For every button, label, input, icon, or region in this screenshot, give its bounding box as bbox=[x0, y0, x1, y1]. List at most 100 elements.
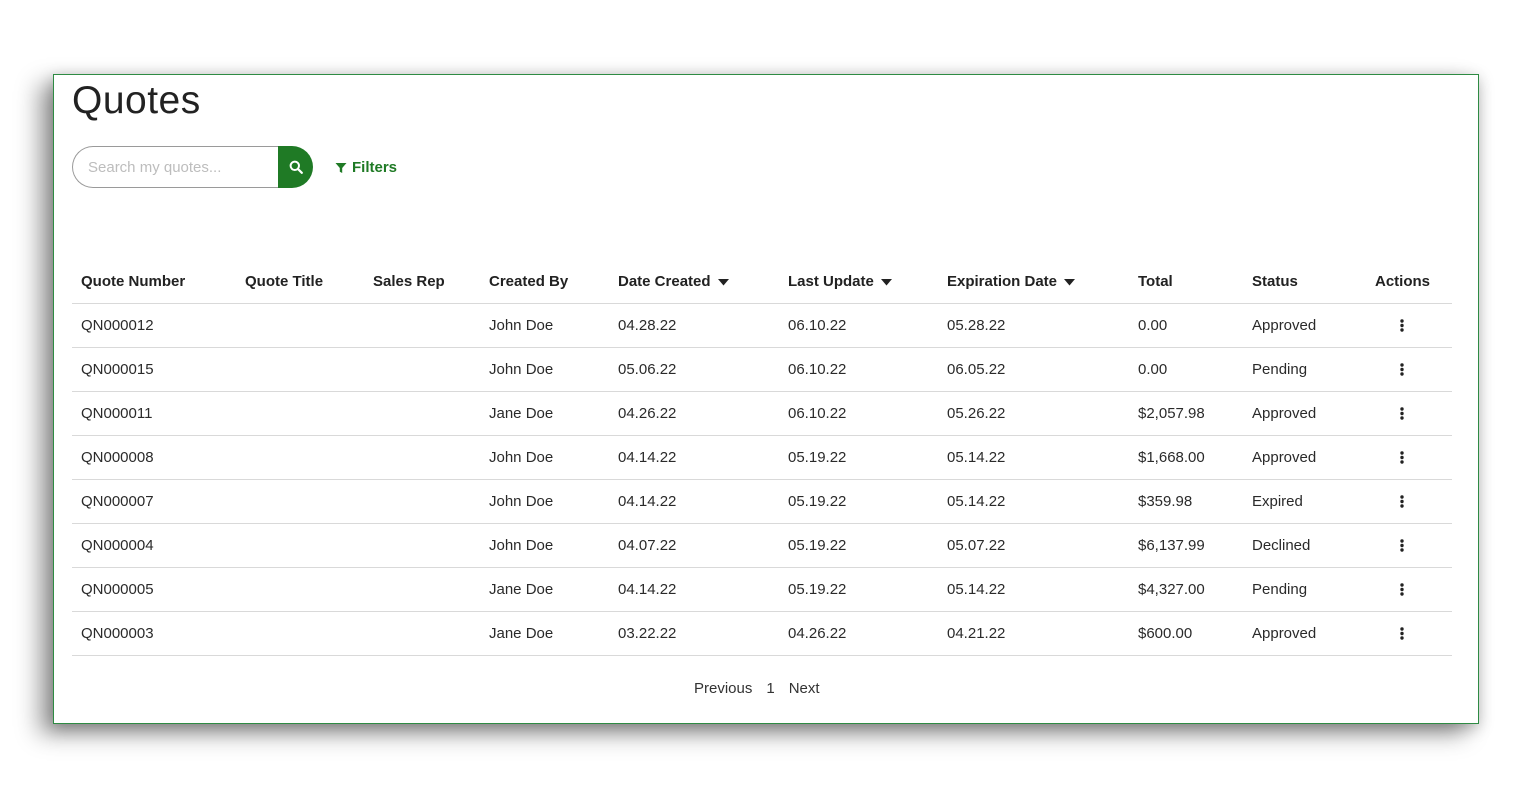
table-header-row: Quote Number Quote Title Sales Rep Creat… bbox=[72, 260, 1452, 304]
more-vertical-icon bbox=[1400, 539, 1404, 552]
search-button[interactable] bbox=[278, 146, 313, 188]
column-header-status: Status bbox=[1252, 273, 1298, 290]
status-cell: Expired bbox=[1252, 493, 1303, 510]
total-cell: 0.00 bbox=[1138, 317, 1168, 334]
expiration-date-cell: 06.05.22 bbox=[947, 361, 1006, 378]
quote-number-cell[interactable]: QN000004 bbox=[81, 524, 154, 567]
table-row: QN000004 John Doe 04.07.22 05.19.22 05.0… bbox=[72, 524, 1452, 568]
column-header-last-update[interactable]: Last Update bbox=[788, 260, 892, 303]
created-by-cell: John Doe bbox=[489, 493, 554, 510]
quote-number-cell[interactable]: QN000015 bbox=[81, 348, 154, 391]
created-by-cell: John Doe bbox=[489, 361, 554, 378]
total-cell: $600.00 bbox=[1138, 625, 1193, 642]
row-actions-button[interactable] bbox=[1394, 348, 1410, 391]
row-actions-button[interactable] bbox=[1394, 436, 1410, 479]
last-update-cell: 06.10.22 bbox=[788, 317, 847, 334]
column-header-actions: Actions bbox=[1375, 273, 1431, 290]
expiration-date-cell: 05.14.22 bbox=[947, 581, 1006, 598]
column-header-total: Total bbox=[1138, 273, 1173, 290]
filters-label: Filters bbox=[352, 159, 398, 176]
date-created-cell: 04.07.22 bbox=[618, 537, 677, 554]
status-cell: Pending bbox=[1252, 361, 1308, 378]
status-cell: Approved bbox=[1252, 449, 1317, 466]
quote-number-cell[interactable]: QN000007 bbox=[81, 480, 154, 523]
status-cell: Approved bbox=[1252, 625, 1317, 642]
row-actions-button[interactable] bbox=[1394, 568, 1410, 611]
page-title: Quotes bbox=[72, 79, 201, 122]
quote-number-cell[interactable]: QN000012 bbox=[81, 304, 154, 347]
created-by-cell: Jane Doe bbox=[489, 625, 554, 642]
table-row: QN000012 John Doe 04.28.22 06.10.22 05.2… bbox=[72, 304, 1452, 348]
previous-page-button[interactable]: Previous bbox=[694, 680, 752, 697]
status-cell: Approved bbox=[1252, 317, 1317, 334]
row-actions-button[interactable] bbox=[1394, 524, 1410, 567]
expiration-date-cell: 05.14.22 bbox=[947, 449, 1006, 466]
status-cell: Declined bbox=[1252, 537, 1311, 554]
more-vertical-icon bbox=[1400, 451, 1404, 464]
more-vertical-icon bbox=[1400, 495, 1404, 508]
more-vertical-icon bbox=[1400, 627, 1404, 640]
table-row: QN000003 Jane Doe 03.22.22 04.26.22 04.2… bbox=[72, 612, 1452, 656]
total-cell: 0.00 bbox=[1138, 361, 1168, 378]
date-created-cell: 03.22.22 bbox=[618, 625, 677, 642]
row-actions-button[interactable] bbox=[1394, 480, 1410, 523]
last-update-cell: 05.19.22 bbox=[788, 537, 847, 554]
date-created-cell: 04.26.22 bbox=[618, 405, 677, 422]
column-header-created-by: Created By bbox=[489, 273, 569, 290]
total-cell: $2,057.98 bbox=[1138, 405, 1205, 422]
table-row: QN000008 John Doe 04.14.22 05.19.22 05.1… bbox=[72, 436, 1452, 480]
total-cell: $1,668.00 bbox=[1138, 449, 1205, 466]
next-page-button[interactable]: Next bbox=[789, 680, 820, 697]
last-update-cell: 04.26.22 bbox=[788, 625, 847, 642]
row-actions-button[interactable] bbox=[1394, 392, 1410, 435]
more-vertical-icon bbox=[1400, 583, 1404, 596]
date-created-cell: 04.28.22 bbox=[618, 317, 677, 334]
row-actions-button[interactable] bbox=[1394, 304, 1410, 347]
date-created-cell: 04.14.22 bbox=[618, 581, 677, 598]
date-created-cell: 04.14.22 bbox=[618, 449, 677, 466]
created-by-cell: Jane Doe bbox=[489, 581, 554, 598]
table-row: QN000015 John Doe 05.06.22 06.10.22 06.0… bbox=[72, 348, 1452, 392]
caret-down-icon bbox=[1064, 273, 1076, 290]
quotes-panel: Quotes Filters Quote Number Quote Title … bbox=[53, 74, 1479, 724]
search-input[interactable] bbox=[72, 146, 287, 188]
created-by-cell: John Doe bbox=[489, 537, 554, 554]
filter-icon bbox=[335, 162, 347, 174]
page-number-button[interactable]: 1 bbox=[766, 680, 774, 697]
filters-button[interactable]: Filters bbox=[335, 159, 397, 176]
column-header-date-created[interactable]: Date Created bbox=[618, 260, 729, 303]
date-created-cell: 04.14.22 bbox=[618, 493, 677, 510]
status-cell: Approved bbox=[1252, 405, 1317, 422]
expiration-date-cell: 05.26.22 bbox=[947, 405, 1006, 422]
expiration-date-cell: 04.21.22 bbox=[947, 625, 1006, 642]
quote-number-cell[interactable]: QN000008 bbox=[81, 436, 154, 479]
column-header-expiration-date[interactable]: Expiration Date bbox=[947, 260, 1076, 303]
pagination: Previous 1 Next bbox=[694, 680, 820, 697]
last-update-cell: 05.19.22 bbox=[788, 581, 847, 598]
more-vertical-icon bbox=[1400, 319, 1404, 332]
last-update-cell: 06.10.22 bbox=[788, 361, 847, 378]
quotes-table: Quote Number Quote Title Sales Rep Creat… bbox=[72, 260, 1452, 656]
created-by-cell: Jane Doe bbox=[489, 405, 554, 422]
search-bar bbox=[72, 146, 313, 188]
column-header-quote-title: Quote Title bbox=[245, 273, 324, 290]
expiration-date-cell: 05.14.22 bbox=[947, 493, 1006, 510]
last-update-cell: 05.19.22 bbox=[788, 493, 847, 510]
last-update-cell: 06.10.22 bbox=[788, 405, 847, 422]
total-cell: $6,137.99 bbox=[1138, 537, 1205, 554]
more-vertical-icon bbox=[1400, 407, 1404, 420]
total-cell: $4,327.00 bbox=[1138, 581, 1205, 598]
date-created-cell: 05.06.22 bbox=[618, 361, 677, 378]
table-row: QN000011 Jane Doe 04.26.22 06.10.22 05.2… bbox=[72, 392, 1452, 436]
quote-number-cell[interactable]: QN000003 bbox=[81, 612, 154, 655]
created-by-cell: John Doe bbox=[489, 317, 554, 334]
quote-number-cell[interactable]: QN000005 bbox=[81, 568, 154, 611]
expiration-date-cell: 05.28.22 bbox=[947, 317, 1006, 334]
table-row: QN000007 John Doe 04.14.22 05.19.22 05.1… bbox=[72, 480, 1452, 524]
total-cell: $359.98 bbox=[1138, 493, 1193, 510]
caret-down-icon bbox=[717, 273, 729, 290]
expiration-date-cell: 05.07.22 bbox=[947, 537, 1006, 554]
quote-number-cell[interactable]: QN000011 bbox=[81, 392, 152, 435]
row-actions-button[interactable] bbox=[1394, 612, 1410, 655]
created-by-cell: John Doe bbox=[489, 449, 554, 466]
